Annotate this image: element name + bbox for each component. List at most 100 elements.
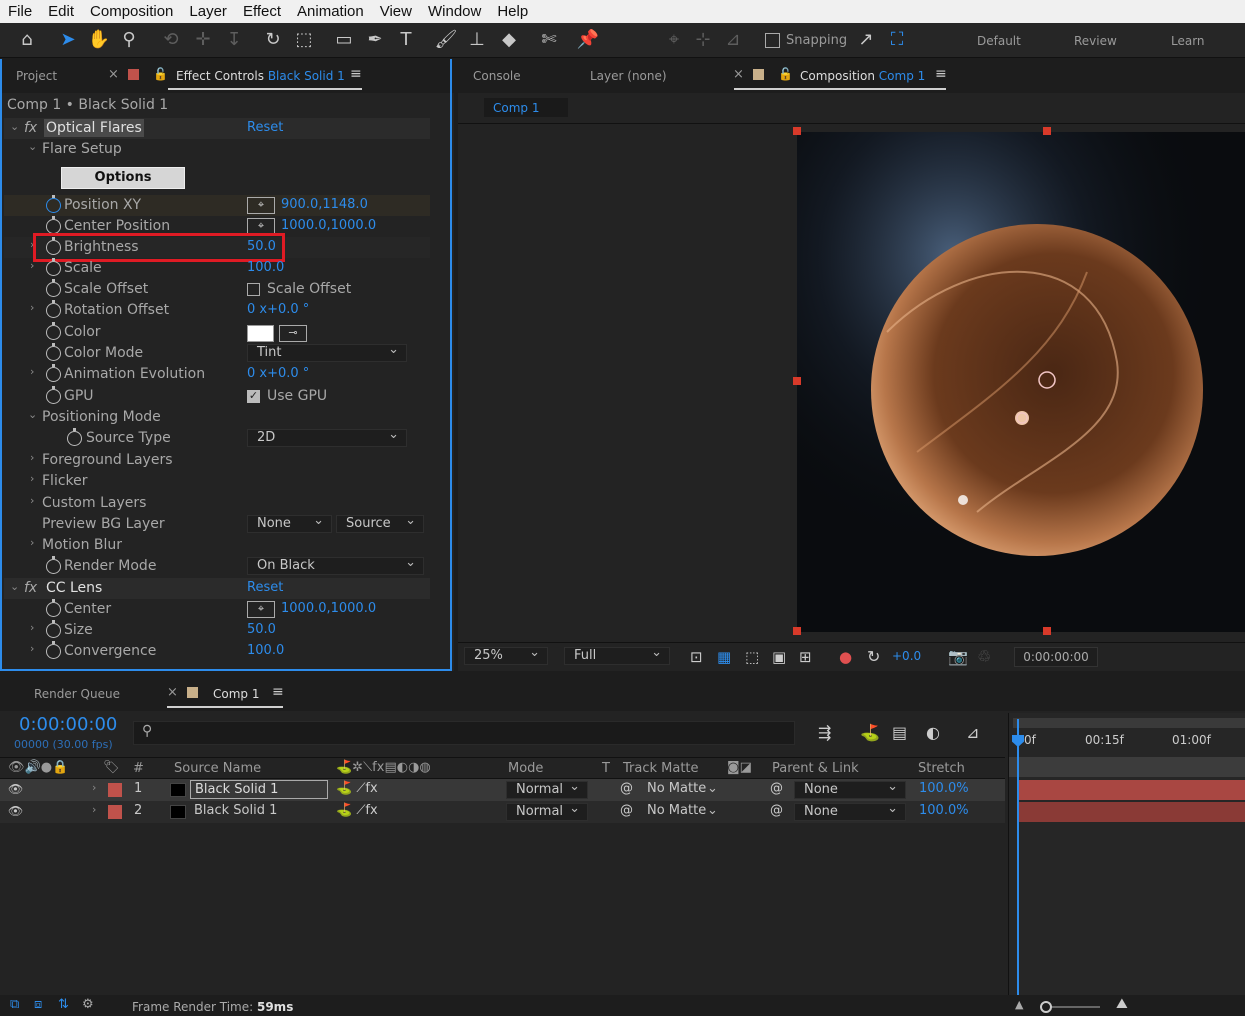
stopwatch-icon[interactable] — [46, 258, 61, 276]
selection-handle[interactable] — [793, 377, 801, 385]
eraser-tool-icon[interactable]: ◆ — [496, 27, 522, 53]
work-area-bar[interactable] — [1013, 718, 1245, 728]
crosshair-icon[interactable]: ⌖ — [247, 197, 275, 214]
composition-mini-flowchart-icon[interactable]: ⇶ — [818, 723, 831, 742]
selection-handle[interactable] — [793, 627, 801, 635]
rotate-tool-icon[interactable]: ↻ — [260, 27, 286, 53]
stopwatch-icon[interactable] — [46, 300, 61, 318]
stopwatch-icon[interactable] — [46, 620, 61, 638]
stretch-value[interactable]: 100.0% — [919, 803, 969, 818]
menu-edit[interactable]: Edit — [40, 3, 82, 20]
preview-bg-source-dropdown[interactable]: Source — [336, 513, 424, 533]
prop-gpu[interactable]: GPU ✓ Use GPU — [4, 386, 430, 407]
resolution-dropdown[interactable]: Full — [564, 645, 670, 665]
blend-mode-dropdown[interactable]: Normal — [506, 801, 588, 821]
selection-handle[interactable] — [1043, 627, 1051, 635]
table-row[interactable]: 👁 › 2 Black Solid 1 ⛳ ⟋fx Normal @ No Ma… — [0, 801, 1005, 823]
stopwatch-icon[interactable] — [46, 216, 61, 234]
prop-value[interactable]: 900.0,1148.0 — [281, 197, 368, 212]
playhead[interactable] — [1017, 719, 1019, 995]
zoom-slider-handle[interactable] — [1040, 1001, 1052, 1013]
header-source-name[interactable]: Source Name — [174, 761, 261, 776]
stretch-value[interactable]: 100.0% — [919, 781, 969, 796]
table-row[interactable]: 👁 › 1 Black Solid 1 ⛳ ⟋fx Normal @ No Ma… — [0, 779, 1005, 801]
eyedropper-icon[interactable]: ⊸ — [279, 325, 307, 342]
prop-value[interactable]: 1000.0,1000.0 — [281, 601, 376, 616]
positioning-mode-group[interactable]: ⌄ Positioning Mode — [4, 407, 430, 428]
motion-blur-icon[interactable]: ◐ — [926, 723, 940, 742]
prop-value[interactable]: 1000.0,1000.0 — [281, 218, 376, 233]
prop-lens-convergence[interactable]: › Convergence 100.0 — [4, 641, 430, 662]
pan-behind-icon[interactable]: ⬚ — [291, 27, 317, 53]
menu-view[interactable]: View — [372, 3, 420, 20]
workspace-default[interactable]: Default — [977, 34, 1021, 48]
prop-lens-center[interactable]: Center ⌖ 1000.0,1000.0 — [4, 599, 430, 620]
eye-icon[interactable]: 👁 — [8, 782, 23, 796]
close-tab-icon[interactable]: × — [167, 685, 178, 700]
panel-menu-icon[interactable]: ≡ — [935, 66, 947, 82]
world-axis-icon[interactable]: ⊹ — [690, 27, 716, 53]
source-type-dropdown[interactable]: 2D — [247, 427, 407, 447]
tab-timeline-comp[interactable]: Comp 1 — [213, 687, 259, 701]
viewer-timecode[interactable]: 0:00:00:00 — [1014, 647, 1098, 667]
prop-value[interactable]: 50.0 — [247, 622, 276, 637]
tab-render-queue[interactable]: Render Queue — [34, 687, 120, 701]
pen-tool-icon[interactable]: ✒ — [362, 27, 388, 53]
selection-handle[interactable] — [793, 127, 801, 135]
stopwatch-icon[interactable] — [46, 279, 61, 297]
render-mode-dropdown[interactable]: On Black — [247, 555, 424, 575]
layer-label-color[interactable] — [108, 783, 122, 797]
toggle-render-time-icon[interactable]: ⚙ — [82, 997, 94, 1012]
snap-feather-icon[interactable]: ↗ — [853, 27, 879, 53]
matte-pickwhip-icon[interactable]: @ — [620, 781, 633, 796]
expand-chevron-icon[interactable]: › — [92, 781, 96, 794]
flicker-group[interactable]: › Flicker — [4, 471, 430, 492]
options-button[interactable]: Options — [61, 167, 185, 189]
use-gpu-checkbox[interactable]: ✓ — [247, 390, 260, 403]
local-axis-icon[interactable]: ⌖ — [661, 27, 687, 53]
prop-scale-offset[interactable]: Scale Offset Scale Offset — [4, 279, 430, 300]
color-swatch[interactable] — [247, 325, 274, 342]
foreground-layers-group[interactable]: › Foreground Layers — [4, 450, 430, 471]
layer-switches-icon[interactable]: ⛳ ⟋fx — [336, 803, 378, 818]
exposure-value[interactable]: +0.0 — [892, 649, 921, 663]
shy-layers-icon[interactable]: ⛳ — [860, 723, 880, 742]
clone-stamp-icon[interactable]: ⊥ — [464, 27, 490, 53]
fx-optical-flares-row[interactable]: ⌄ fx Optical Flares Reset — [4, 118, 430, 139]
prop-render-mode[interactable]: Render Mode On Black — [4, 555, 430, 577]
fx-reset-link[interactable]: Reset — [247, 120, 283, 135]
tab-effect-controls[interactable]: Effect Controls Black Solid 1 — [176, 69, 345, 83]
blend-mode-dropdown[interactable]: Normal — [506, 779, 588, 799]
prop-value[interactable]: 0 x+0.0 ° — [247, 302, 309, 317]
rectangle-tool-icon[interactable]: ▭ — [331, 27, 357, 53]
time-graph[interactable]: 0f 00:15f 01:00f — [1008, 713, 1245, 995]
matte-pickwhip-icon[interactable]: @ — [620, 803, 633, 818]
menu-window[interactable]: Window — [420, 3, 489, 20]
menu-help[interactable]: Help — [489, 3, 536, 20]
selection-handle[interactable] — [1043, 127, 1051, 135]
prop-source-type[interactable]: Source Type 2D — [4, 427, 430, 449]
workspace-learn[interactable]: Learn — [1171, 34, 1205, 48]
tab-console[interactable]: Console — [473, 69, 521, 83]
comp-viewer[interactable] — [797, 132, 1245, 632]
menu-effect[interactable]: Effect — [235, 3, 289, 20]
eye-icon[interactable]: 👁 — [8, 804, 23, 818]
home-icon[interactable]: ⌂ — [14, 27, 40, 53]
dolly-camera-icon[interactable]: ↧ — [221, 27, 247, 53]
panel-menu-icon[interactable]: ≡ — [272, 684, 284, 700]
stopwatch-icon[interactable] — [46, 556, 61, 574]
crosshair-icon[interactable]: ⌖ — [247, 601, 275, 618]
roto-brush-icon[interactable]: ✄ — [536, 27, 562, 53]
reset-exposure-icon[interactable]: ↻ — [867, 647, 880, 666]
close-tab-icon[interactable]: × — [108, 67, 119, 82]
track-matte-dropdown[interactable]: No Matte — [647, 803, 706, 818]
snap-grid-icon[interactable]: ⛶ — [884, 27, 910, 53]
prop-scale[interactable]: › Scale 100.0 — [4, 258, 430, 279]
transparency-grid-icon[interactable]: ▦ — [717, 648, 731, 666]
prop-value[interactable]: 100.0 — [247, 643, 284, 658]
color-mode-dropdown[interactable]: Tint — [247, 342, 407, 362]
comp-subtab[interactable]: Comp 1 — [484, 98, 568, 117]
fx-reset-link[interactable]: Reset — [247, 580, 283, 595]
stopwatch-icon[interactable] — [46, 322, 61, 340]
parent-dropdown[interactable]: None — [794, 801, 906, 821]
